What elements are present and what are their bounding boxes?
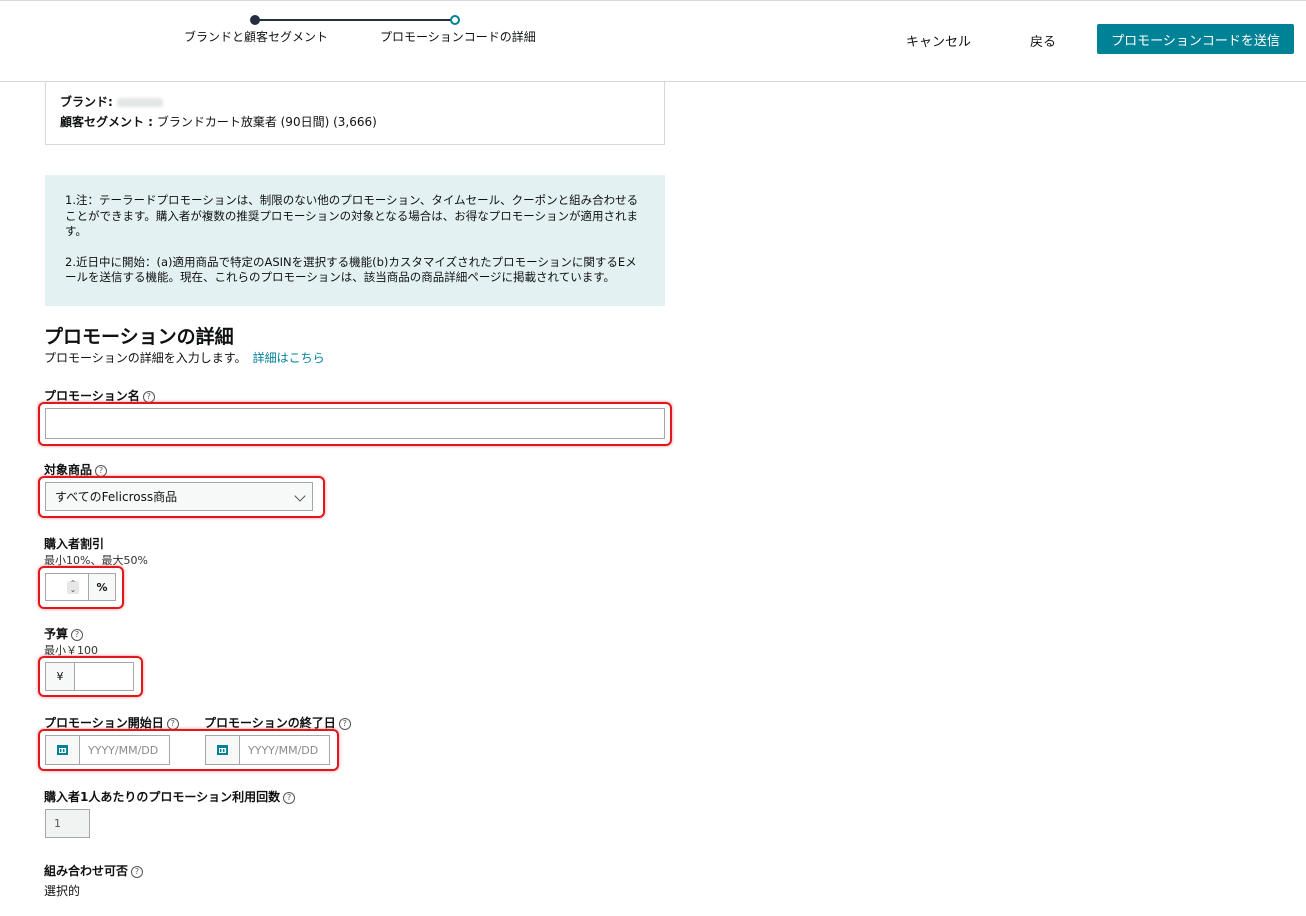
brand-label: ブランド: <box>60 95 113 109</box>
section-subtitle-text: プロモーションの詳細を入力します。 <box>44 351 247 365</box>
budget-input-group: ¥ <box>45 662 134 691</box>
notice-paragraph-1: 1.注：テーラードプロモーションは、制限のない他のプロモーション、タイムセール、… <box>65 193 639 238</box>
end-date-input[interactable]: YYYY/MM/DD <box>240 736 329 764</box>
products-label-text: 対象商品 <box>44 463 93 477</box>
uses-input: 1 <box>45 809 90 838</box>
calendar-icon[interactable] <box>46 736 80 764</box>
submit-promo-button[interactable]: プロモーションコードを送信 <box>1097 24 1294 54</box>
products-label: 対象商品? <box>44 461 108 478</box>
segment-label: 顧客セグメント : <box>60 115 153 129</box>
step2-label: プロモーションコードの詳細 <box>380 30 536 44</box>
calendar-icon[interactable] <box>206 736 240 764</box>
budget-hint: 最小￥100 <box>44 644 98 657</box>
help-icon[interactable]: ? <box>71 628 84 641</box>
chevron-down-icon <box>294 490 306 502</box>
start-date-label-text: プロモーション開始日 <box>44 716 164 730</box>
brand-redacted <box>116 98 163 107</box>
promo-name-label-text: プロモーション名 <box>44 389 140 403</box>
uses-label: 購入者1人あたりのプロモーション利用回数? <box>44 788 296 805</box>
section-subtitle: プロモーションの詳細を入力します。 詳細はこちら <box>44 349 325 366</box>
end-date-label: プロモーションの終了日? <box>204 714 351 731</box>
start-date-label: プロモーション開始日? <box>44 714 179 731</box>
step2-dot <box>450 15 460 25</box>
segment-value: ブランドカート放棄者 (90日間) (3,666) <box>156 115 377 129</box>
start-date-input[interactable]: YYYY/MM/DD <box>80 736 169 764</box>
uses-label-text: 購入者1人あたりのプロモーション利用回数 <box>44 790 281 804</box>
budget-input[interactable] <box>75 663 133 690</box>
step1-dot <box>250 15 260 25</box>
help-icon[interactable]: ? <box>95 464 108 477</box>
cancel-button[interactable]: キャンセル <box>906 31 971 50</box>
help-icon[interactable]: ? <box>142 390 155 403</box>
discount-input-group: ⌃ ⌄ % <box>45 573 116 601</box>
selection-summary: ブランド: 顧客セグメント : ブランドカート放棄者 (90日間) (3,666… <box>45 82 665 145</box>
end-date-label-text: プロモーションの終了日 <box>204 716 336 730</box>
notice-box: 1.注：テーラードプロモーションは、制限のない他のプロモーション、タイムセール、… <box>45 175 665 306</box>
budget-label: 予算? <box>44 625 84 642</box>
discount-hint: 最小10%、最大50% <box>44 554 148 567</box>
step1-label[interactable]: ブランドと顧客セグメント <box>184 28 328 45</box>
help-icon[interactable]: ? <box>283 791 296 804</box>
products-select-value: すべてのFelicross商品 <box>55 490 178 504</box>
percent-unit: % <box>89 574 115 600</box>
products-select[interactable]: すべてのFelicross商品 <box>45 482 313 511</box>
combine-value: 選択的 <box>44 884 81 898</box>
back-button[interactable]: 戻る <box>1030 31 1056 50</box>
start-date-picker: YYYY/MM/DD <box>45 735 170 765</box>
learn-more-link[interactable]: 詳細はこちら <box>253 351 325 365</box>
discount-input[interactable]: ⌃ ⌄ <box>46 574 89 600</box>
budget-label-text: 予算 <box>44 627 69 641</box>
top-bar: ブランドと顧客セグメント プロモーションコードの詳細 キャンセル 戻る プロモー… <box>0 0 1306 82</box>
help-icon[interactable]: ? <box>338 717 351 730</box>
discount-label: 購入者割引 <box>44 537 105 551</box>
combine-label: 組み合わせ可否? <box>44 862 144 879</box>
yen-unit: ¥ <box>46 663 75 690</box>
spinner-icon[interactable]: ⌃ ⌄ <box>67 580 79 594</box>
promo-name-label: プロモーション名? <box>44 387 155 404</box>
end-date-picker: YYYY/MM/DD <box>205 735 330 765</box>
notice-paragraph-2: 2.近日中に開始：(a)適用商品で特定のASINを選択する機能(b)カスタマイズ… <box>65 254 637 285</box>
help-icon[interactable]: ? <box>166 717 179 730</box>
combine-label-text: 組み合わせ可否 <box>44 864 129 878</box>
section-title: プロモーションの詳細 <box>44 326 234 348</box>
brand-row: ブランド: <box>60 92 650 112</box>
segment-row: 顧客セグメント : ブランドカート放棄者 (90日間) (3,666) <box>60 112 650 132</box>
help-icon[interactable]: ? <box>131 865 144 878</box>
stepper-line <box>255 19 455 21</box>
promo-name-input[interactable] <box>45 408 665 439</box>
